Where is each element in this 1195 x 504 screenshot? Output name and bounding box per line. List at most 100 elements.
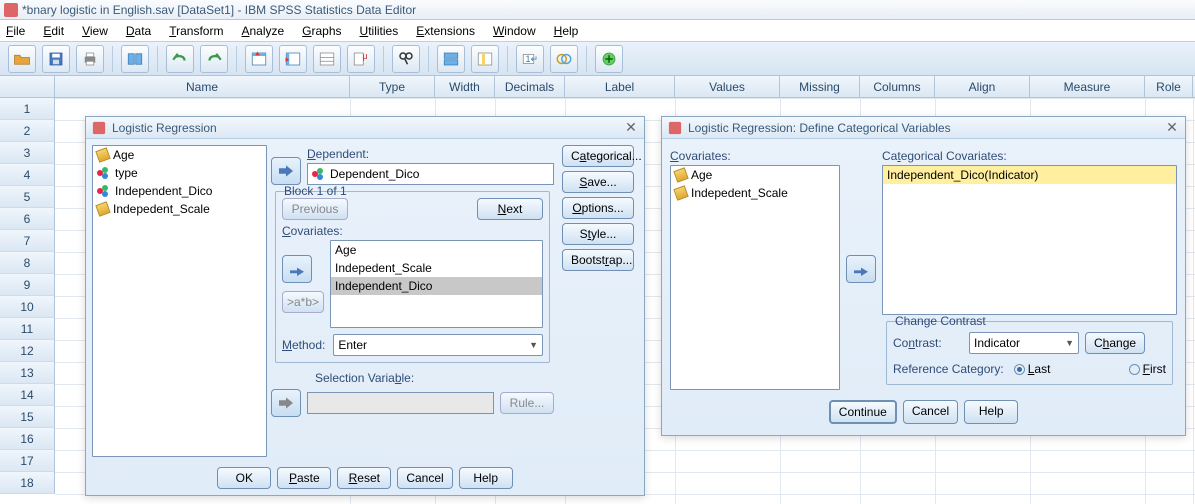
contrast-select[interactable]: Indicator ▼ xyxy=(969,332,1079,354)
row-header[interactable]: 16 xyxy=(0,428,55,450)
column-header[interactable]: Align xyxy=(935,76,1030,97)
covariate-item[interactable]: Age xyxy=(671,166,839,184)
move-to-selection-button[interactable] xyxy=(271,389,301,417)
row-header[interactable]: 4 xyxy=(0,164,55,186)
column-header[interactable]: Measure xyxy=(1030,76,1145,97)
value-labels-icon[interactable] xyxy=(550,45,578,73)
bootstrap-button[interactable]: Bootstrap... xyxy=(562,249,634,271)
cancel-button[interactable]: Cancel xyxy=(903,400,958,424)
options-button[interactable]: Options... xyxy=(562,197,634,219)
menu-edit[interactable]: Edit xyxy=(43,24,64,38)
help-button[interactable]: Help xyxy=(964,400,1018,424)
reset-button[interactable]: Reset xyxy=(337,467,391,489)
menu-data[interactable]: Data xyxy=(126,24,151,38)
undo-icon[interactable] xyxy=(166,45,194,73)
column-header[interactable]: Label xyxy=(565,76,675,97)
save-icon[interactable] xyxy=(42,45,70,73)
row-header[interactable]: 2 xyxy=(0,120,55,142)
row-header[interactable]: 7 xyxy=(0,230,55,252)
split-file-icon[interactable] xyxy=(437,45,465,73)
row-header[interactable]: 5 xyxy=(0,186,55,208)
source-variable-list[interactable]: AgetypeIndependent_DicoIndepedent_Scale xyxy=(92,145,267,457)
dependent-label: Dependent: xyxy=(307,147,554,161)
column-header[interactable]: Missing xyxy=(780,76,860,97)
row-header[interactable]: 9 xyxy=(0,274,55,296)
column-header[interactable]: Values xyxy=(675,76,780,97)
row-header[interactable]: 6 xyxy=(0,208,55,230)
menu-analyze[interactable]: Analyze xyxy=(241,24,284,38)
menu-graphs[interactable]: Graphs xyxy=(302,24,341,38)
variables-icon[interactable] xyxy=(313,45,341,73)
method-select[interactable]: Enter ▼ xyxy=(333,334,543,356)
column-header[interactable]: Role xyxy=(1145,76,1193,97)
save-button[interactable]: Save... xyxy=(562,171,634,193)
select-cases-icon[interactable]: 1↵ xyxy=(516,45,544,73)
first-radio[interactable]: First xyxy=(1129,362,1166,376)
row-header[interactable]: 1 xyxy=(0,98,55,120)
categorical-button[interactable]: Categorical... xyxy=(562,145,634,167)
categorical-covariates-list[interactable]: Independent_Dico(Indicator) xyxy=(882,165,1177,315)
covariate-item[interactable]: Independent_Dico xyxy=(331,277,542,295)
style-button[interactable]: Style... xyxy=(562,223,634,245)
cancel-button[interactable]: Cancel xyxy=(397,467,452,489)
column-header[interactable]: Type xyxy=(350,76,435,97)
help-button[interactable]: Help xyxy=(459,467,513,489)
row-header[interactable]: 12 xyxy=(0,340,55,362)
covariate-item[interactable]: Indepedent_Scale xyxy=(331,259,542,277)
menu-file[interactable]: File xyxy=(6,24,25,38)
ok-button[interactable]: OK xyxy=(217,467,271,489)
column-header[interactable]: Columns xyxy=(860,76,935,97)
run-descriptives-icon[interactable]: μ xyxy=(347,45,375,73)
paste-button[interactable]: Paste xyxy=(277,467,331,489)
continue-button[interactable]: Continue xyxy=(829,400,897,424)
use-var-sets-icon[interactable] xyxy=(595,45,623,73)
categorical-item[interactable]: Independent_Dico(Indicator) xyxy=(883,166,1176,184)
column-header[interactable]: Name xyxy=(55,76,350,97)
row-header[interactable]: 15 xyxy=(0,406,55,428)
row-header[interactable]: 10 xyxy=(0,296,55,318)
covariates-source-list[interactable]: AgeIndepedent_Scale xyxy=(670,165,840,390)
covariate-item[interactable]: Age xyxy=(331,241,542,259)
covariates-list[interactable]: AgeIndepedent_ScaleIndependent_Dico xyxy=(330,240,543,328)
menu-window[interactable]: Window xyxy=(493,24,536,38)
variable-item[interactable]: Independent_Dico xyxy=(93,182,266,200)
change-button[interactable]: Change xyxy=(1085,332,1145,354)
next-button[interactable]: Next xyxy=(477,198,543,220)
row-header[interactable]: 3 xyxy=(0,142,55,164)
menu-view[interactable]: View xyxy=(82,24,108,38)
recall-dialog-icon[interactable] xyxy=(121,45,149,73)
find-icon[interactable] xyxy=(392,45,420,73)
last-radio[interactable]: Last xyxy=(1014,362,1051,376)
row-header[interactable]: 8 xyxy=(0,252,55,274)
menu-extensions[interactable]: Extensions xyxy=(416,24,475,38)
open-icon[interactable] xyxy=(8,45,36,73)
menu-help[interactable]: Help xyxy=(554,24,579,38)
method-label: Method: xyxy=(282,338,325,352)
variable-item[interactable]: Age xyxy=(93,146,266,164)
covariate-item[interactable]: Indepedent_Scale xyxy=(671,184,839,202)
column-header[interactable]: Decimals xyxy=(495,76,565,97)
move-to-categorical-button[interactable] xyxy=(846,255,876,283)
goto-case-icon[interactable] xyxy=(245,45,273,73)
menu-utilities[interactable]: Utilities xyxy=(360,24,399,38)
close-icon[interactable]: ✕ xyxy=(624,119,638,136)
variable-item[interactable]: Indepedent_Scale xyxy=(93,200,266,218)
row-header[interactable]: 13 xyxy=(0,362,55,384)
move-to-covariates-button[interactable] xyxy=(282,255,312,283)
menu-transform[interactable]: Transform xyxy=(169,24,223,38)
row-header[interactable]: 17 xyxy=(0,450,55,472)
redo-icon[interactable] xyxy=(200,45,228,73)
print-icon[interactable] xyxy=(76,45,104,73)
column-header[interactable]: Width xyxy=(435,76,495,97)
scale-icon xyxy=(95,147,110,162)
row-header[interactable]: 11 xyxy=(0,318,55,340)
close-icon[interactable]: ✕ xyxy=(1165,119,1179,136)
dependent-field[interactable]: Dependent_Dico xyxy=(307,163,554,185)
variable-item[interactable]: type xyxy=(93,164,266,182)
weight-cases-icon[interactable] xyxy=(471,45,499,73)
move-to-dependent-button[interactable] xyxy=(271,157,301,185)
row-header[interactable]: 18 xyxy=(0,472,55,494)
row-header[interactable]: 14 xyxy=(0,384,55,406)
dialog-icon xyxy=(668,121,682,135)
goto-var-icon[interactable] xyxy=(279,45,307,73)
